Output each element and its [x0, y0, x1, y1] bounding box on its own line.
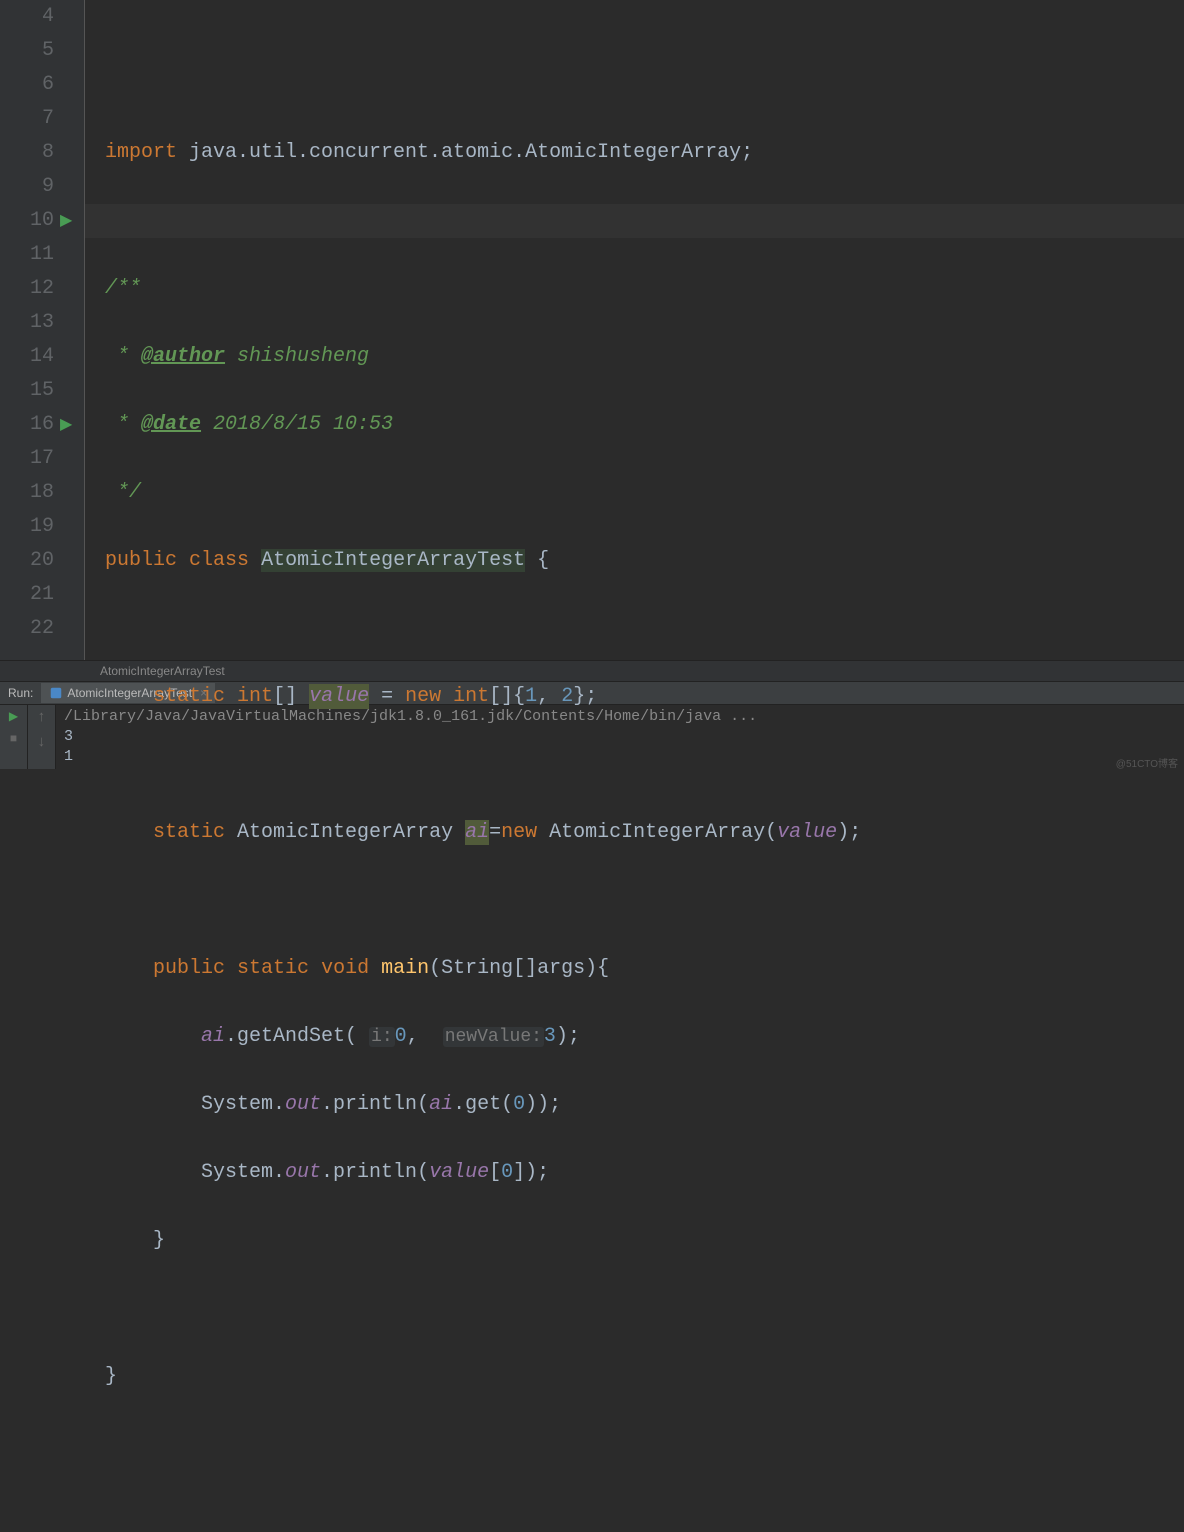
code-line: */ — [105, 476, 1184, 510]
code-line: System.out.println(value[0]); — [105, 1156, 1184, 1190]
console-line: 1 — [64, 748, 73, 765]
run-label: Run: — [0, 686, 41, 700]
line-number: 22 — [0, 612, 54, 646]
run-gutter-icon[interactable]: ▶ — [60, 204, 72, 238]
line-number: 17 — [0, 442, 54, 476]
code-area[interactable]: import java.util.concurrent.atomic.Atomi… — [85, 0, 1184, 660]
code-line — [105, 1292, 1184, 1326]
line-number: 8 — [0, 136, 54, 170]
line-number: 5 — [0, 34, 54, 68]
code-line: public class AtomicIntegerArrayTest { — [105, 544, 1184, 578]
code-line: import java.util.concurrent.atomic.Atomi… — [105, 136, 1184, 170]
line-number: 7 — [0, 102, 54, 136]
line-number: 10▶ — [0, 204, 54, 238]
line-number: 15 — [0, 374, 54, 408]
console-left-toolbar: ▶ ■ — [0, 705, 28, 769]
code-line: System.out.println(ai.get(0)); — [105, 1088, 1184, 1122]
line-number: 9 — [0, 170, 54, 204]
line-number: 14 — [0, 340, 54, 374]
gutter: 4 5 6 7 8 9 10▶ 11 12 13 14 15 16▶ 17 18… — [0, 0, 85, 660]
line-number: 18 — [0, 476, 54, 510]
line-number: 6 — [0, 68, 54, 102]
code-line: static AtomicIntegerArray ai=new AtomicI… — [105, 816, 1184, 850]
code-line — [105, 204, 1184, 238]
code-line: * @author shishusheng — [105, 340, 1184, 374]
down-icon[interactable]: ↓ — [37, 734, 46, 751]
code-line: * @date 2018/8/15 10:53 — [105, 408, 1184, 442]
line-number: 12 — [0, 272, 54, 306]
line-number: 19 — [0, 510, 54, 544]
line-number: 13 — [0, 306, 54, 340]
code-line — [105, 748, 1184, 782]
code-editor[interactable]: 4 5 6 7 8 9 10▶ 11 12 13 14 15 16▶ 17 18… — [0, 0, 1184, 660]
code-line: static int[] value = new int[]{1, 2}; — [105, 680, 1184, 714]
code-line: } — [105, 1224, 1184, 1258]
code-line: ai.getAndSet( i:0, newValue:3); — [105, 1020, 1184, 1054]
line-number: 4 — [0, 0, 54, 34]
code-line: public static void main(String[]args){ — [105, 952, 1184, 986]
line-number: 21 — [0, 578, 54, 612]
console-line: 3 — [64, 728, 73, 745]
run-tab-icon — [49, 686, 63, 700]
code-line — [105, 884, 1184, 918]
code-line: } — [105, 1360, 1184, 1394]
console-nav-toolbar: ↑ ↓ — [28, 705, 56, 769]
line-number: 11 — [0, 238, 54, 272]
up-icon[interactable]: ↑ — [37, 709, 46, 726]
rerun-icon[interactable]: ▶ — [9, 709, 18, 724]
stop-icon[interactable]: ■ — [10, 732, 17, 746]
code-line: /** — [105, 272, 1184, 306]
run-gutter-icon[interactable]: ▶ — [60, 408, 72, 442]
line-number: 16▶ — [0, 408, 54, 442]
code-line — [105, 612, 1184, 646]
line-number: 20 — [0, 544, 54, 578]
